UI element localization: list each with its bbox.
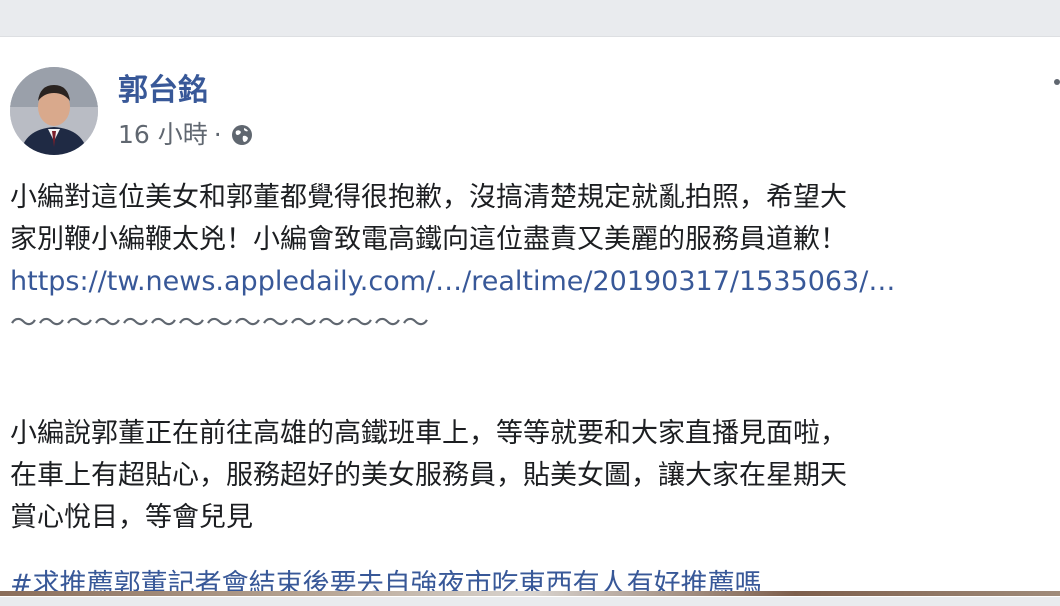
post-text-line: 在車上有超貼心，服務超好的美女服務員，貼美女圖，讓大家在星期天 [10,460,847,491]
globe-icon[interactable] [230,123,254,147]
page-background-band [0,0,1060,36]
post-body-paragraph-2: 小編說郭董正在前往高雄的高鐵班車上，等等就要和大家直播見面啦， 在車上有超貼心，… [10,413,1060,539]
avatar-photo [10,67,98,155]
post-timestamp[interactable]: 16 小時 [118,117,208,153]
post-text-line: 家別鞭小編鞭太兇！小編會致電高鐵向這位盡責又美麗的服務員道歉！ [10,224,847,255]
post-options-icon[interactable] [1054,79,1060,85]
post-meta: 16 小時 · [118,117,254,153]
post-card: 郭台銘 16 小時 · 小編對這位美女和郭董都覺得很抱歉，沒搞清楚規定就亂拍照，… [0,36,1060,600]
author-name[interactable]: 郭台銘 [118,71,208,111]
post-text-line: 賞心悅目，等會兒見 [10,502,253,533]
hashtag-link[interactable]: #求推薦郭董記者會結束後要去自強夜市吃東西有人有好推薦嗎 [10,564,762,606]
post-body: 小編對這位美女和郭董都覺得很抱歉，沒搞清楚規定就亂拍照，希望大 家別鞭小編鞭太兇… [10,177,1060,345]
post-text-line: 小編對這位美女和郭董都覺得很抱歉，沒搞清楚規定就亂拍照，希望大 [10,182,847,213]
post-text-line: 小編說郭董正在前往高雄的高鐵班車上，等等就要和大家直播見面啦， [10,418,847,449]
article-link[interactable]: https://tw.news.appledaily.com/…/realtim… [10,261,1060,303]
avatar[interactable] [10,67,98,155]
attached-photo-edge[interactable] [0,591,1060,596]
tilde-divider: 〜〜〜〜〜〜〜〜〜〜〜〜〜〜〜 [10,308,430,339]
meta-separator: · [213,120,222,149]
